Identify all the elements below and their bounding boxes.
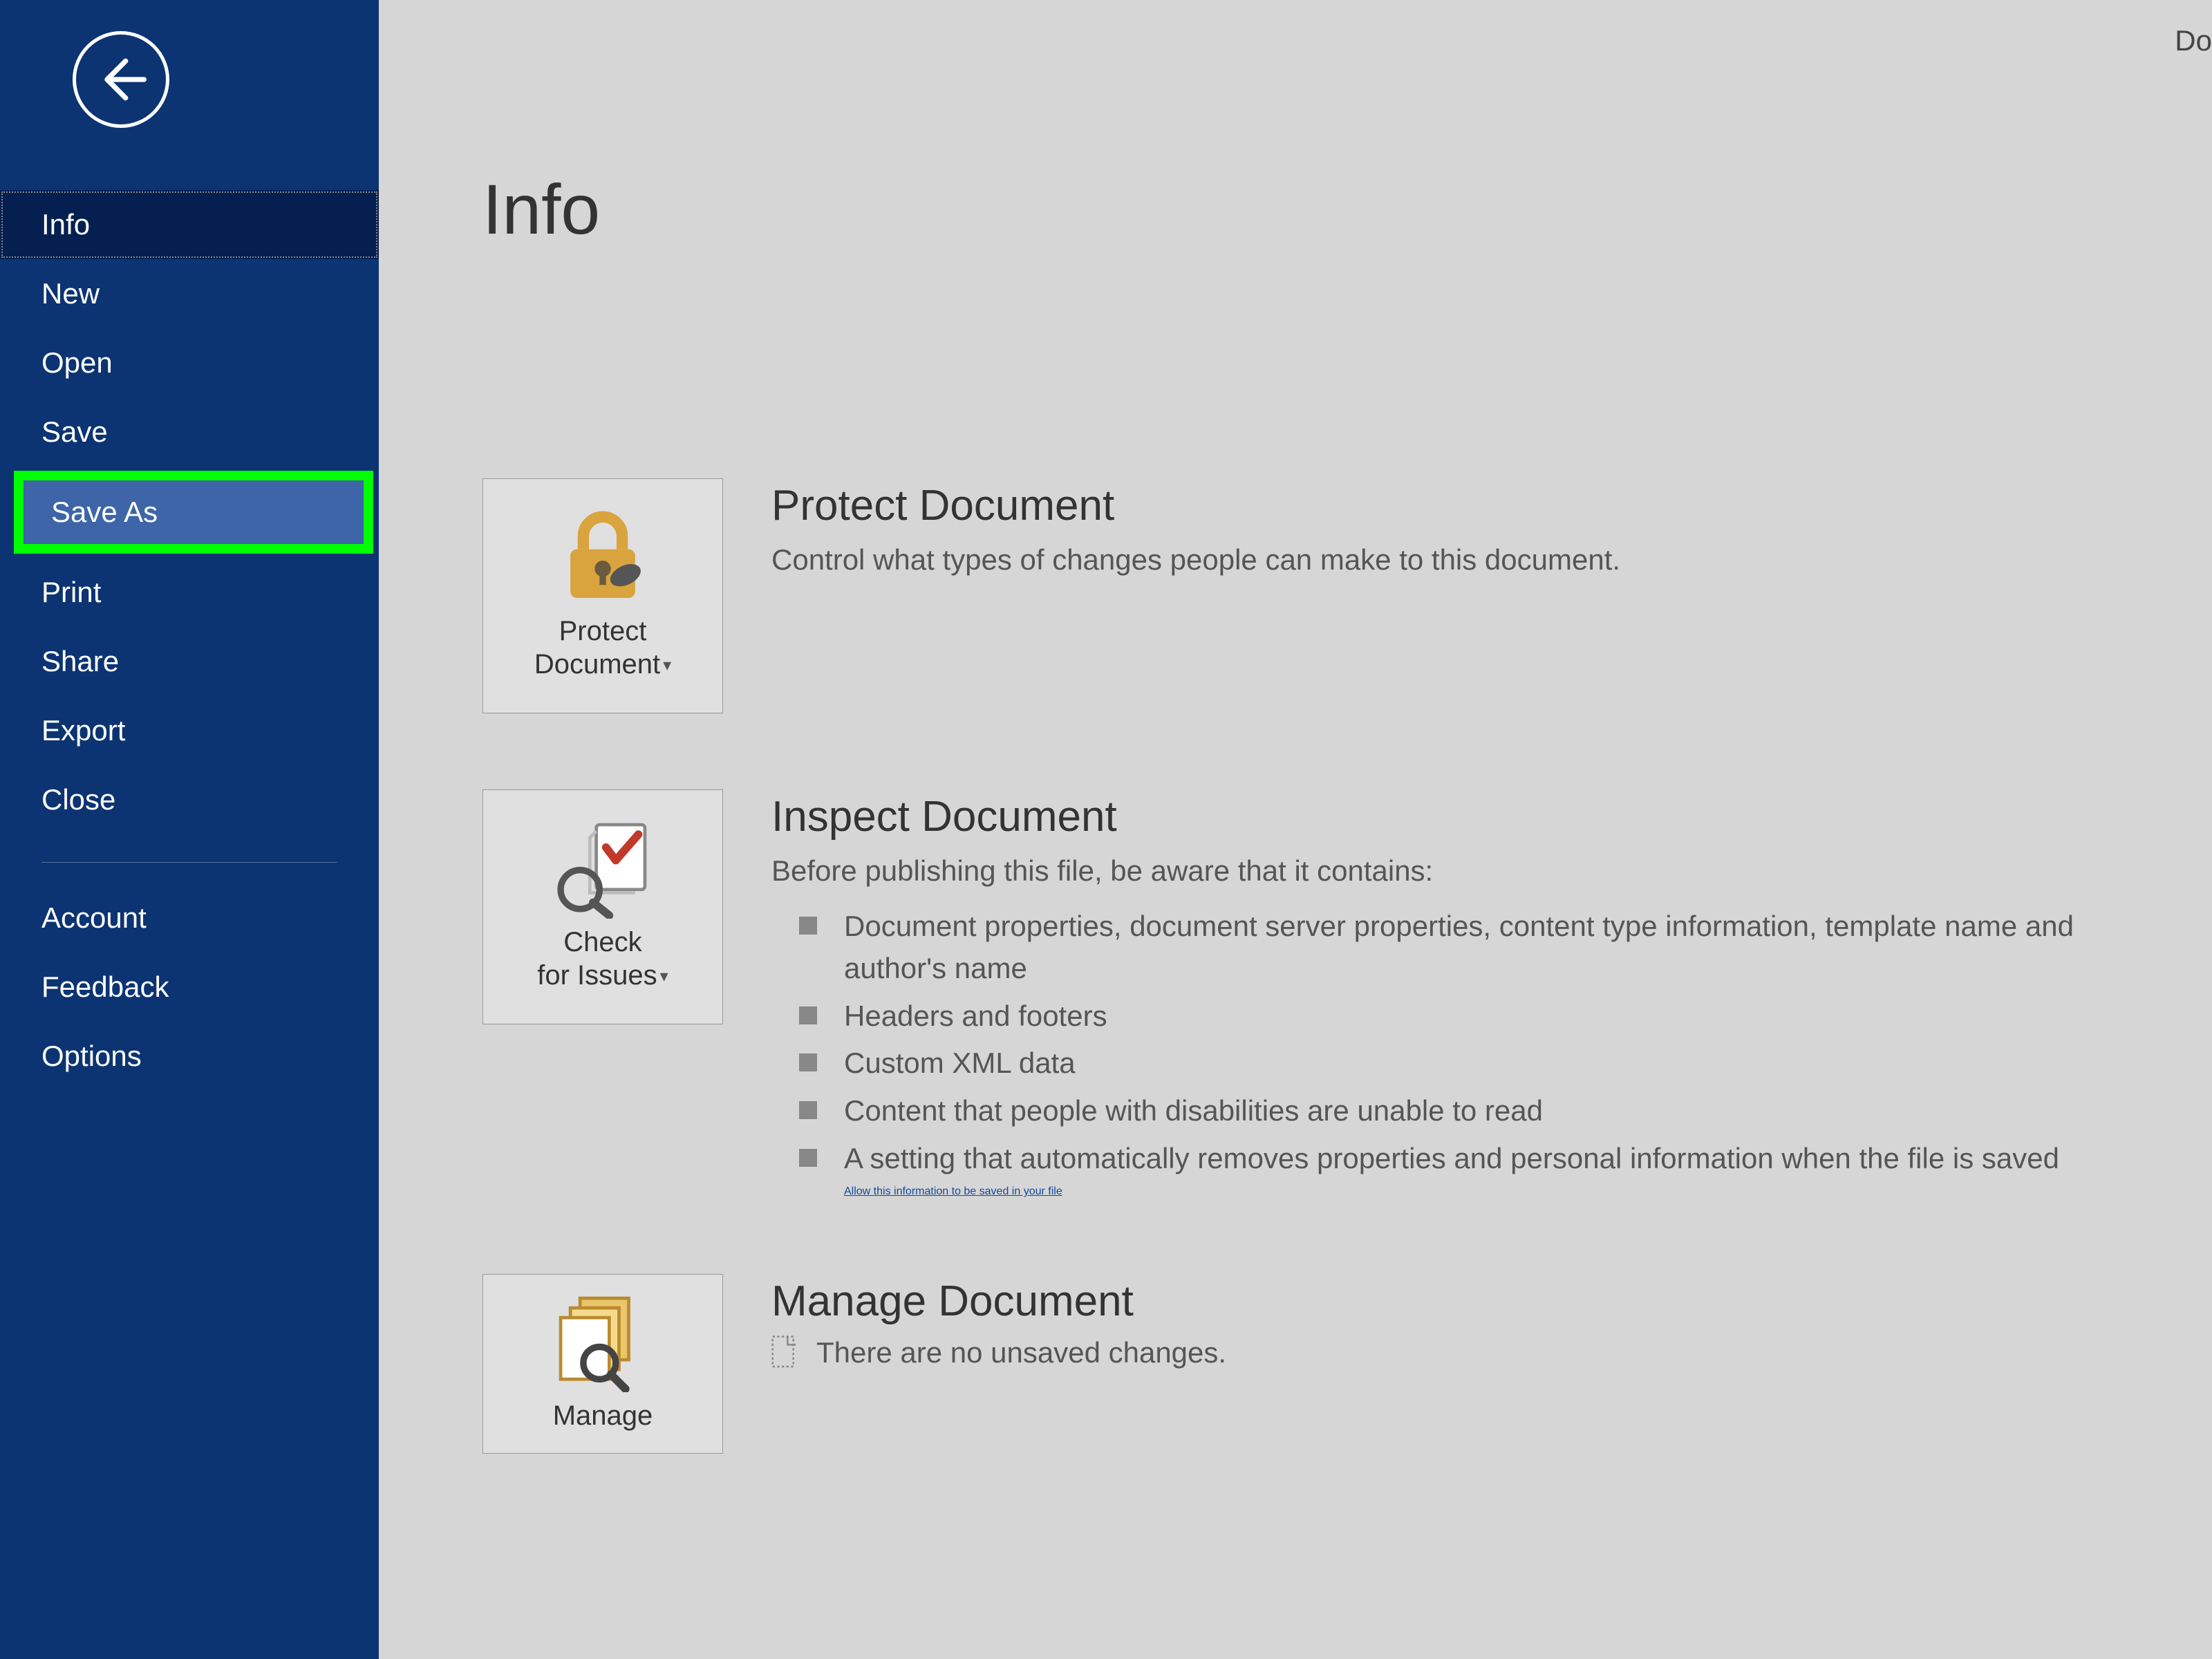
manage-title: Manage Document <box>771 1277 2154 1326</box>
list-item: Custom XML data <box>799 1042 2154 1085</box>
backstage-main: Do Info ProtectDocument▾ <box>379 0 2212 1659</box>
inspect-title: Inspect Document <box>771 792 2154 841</box>
nav-account[interactable]: Account <box>0 883 379 953</box>
list-item: A setting that automatically removes pro… <box>799 1138 2154 1180</box>
allow-info-link[interactable]: Allow this information to be saved in yo… <box>844 1185 1062 1197</box>
inspect-desc: Before publishing this file, be aware th… <box>771 851 2154 892</box>
nav-save-as-highlight: Save As <box>14 471 373 554</box>
nav-save-as[interactable]: Save As <box>24 480 364 544</box>
nav-close[interactable]: Close <box>0 765 379 834</box>
protect-document-button[interactable]: ProtectDocument▾ <box>482 478 723 713</box>
nav-options[interactable]: Options <box>0 1022 379 1091</box>
lock-icon <box>551 511 655 601</box>
nav-new[interactable]: New <box>0 259 379 328</box>
manage-icon <box>551 1295 655 1385</box>
back-arrow-icon <box>93 52 149 107</box>
inspect-icon <box>551 822 655 912</box>
protect-document-label: ProtectDocument▾ <box>534 615 671 681</box>
titlebar-text: Do <box>2175 24 2212 57</box>
nav-export[interactable]: Export <box>0 696 379 765</box>
back-button[interactable] <box>73 31 169 128</box>
protect-desc: Control what types of changes people can… <box>771 540 2154 581</box>
check-for-issues-button[interactable]: Checkfor Issues▾ <box>482 789 723 1024</box>
manage-desc: There are no unsaved changes. <box>816 1336 1226 1369</box>
backstage-sidebar: Info New Open Save Save As Print Share E… <box>0 0 379 1659</box>
document-icon <box>771 1335 799 1370</box>
nav-info[interactable]: Info <box>0 190 379 259</box>
nav-save[interactable]: Save <box>0 397 379 467</box>
manage-document-button[interactable]: Manage <box>482 1274 723 1454</box>
section-manage: Manage Manage Document There are no unsa… <box>482 1274 2212 1454</box>
check-for-issues-label: Checkfor Issues▾ <box>537 926 668 992</box>
manage-document-label: Manage <box>553 1399 653 1432</box>
nav-separator <box>41 862 337 863</box>
list-item: Document properties, document server pro… <box>799 906 2154 990</box>
nav-open[interactable]: Open <box>0 328 379 397</box>
list-item: Content that people with disabilities ar… <box>799 1090 2154 1132</box>
section-inspect: Checkfor Issues▾ Inspect Document Before… <box>482 789 2212 1198</box>
page-title: Info <box>482 169 2212 250</box>
list-item: Headers and footers <box>799 995 2154 1038</box>
nav-print[interactable]: Print <box>0 558 379 627</box>
nav-share[interactable]: Share <box>0 627 379 696</box>
section-protect: ProtectDocument▾ Protect Document Contro… <box>482 478 2212 713</box>
inspect-issues-list: Document properties, document server pro… <box>771 906 2154 1180</box>
nav-feedback[interactable]: Feedback <box>0 953 379 1022</box>
protect-title: Protect Document <box>771 481 2154 530</box>
